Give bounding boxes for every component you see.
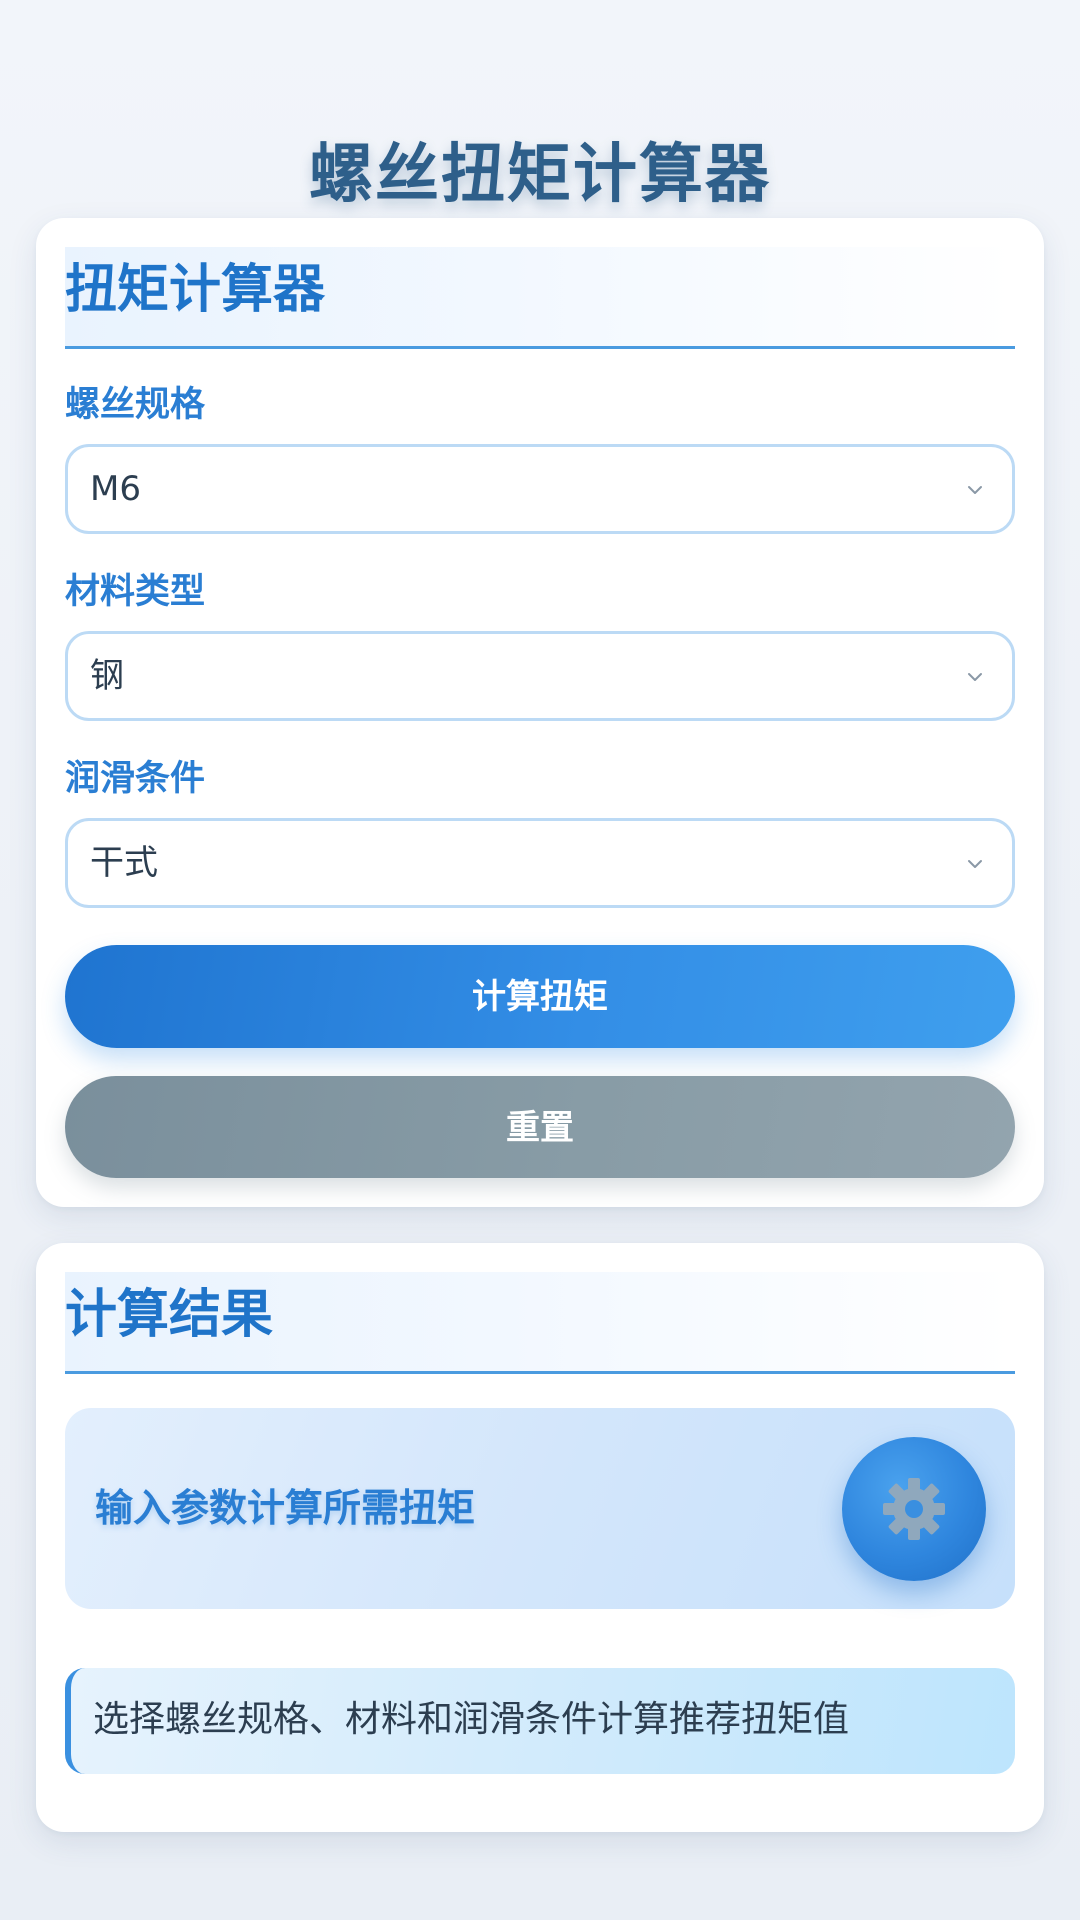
result-card: 计算结果 输入参数计算所需扭矩 选择螺丝规格、材料和润滑条件计算推荐扭矩值 <box>36 1243 1044 1832</box>
result-card-title: 计算结果 <box>65 1285 274 1345</box>
calculator-card-header: 扭矩计算器 <box>65 247 1015 349</box>
lubrication-value: 干式 <box>90 843 158 883</box>
screw-spec-value: M6 <box>90 469 141 509</box>
gear-badge <box>842 1437 986 1581</box>
material-type-label: 材料类型 <box>65 572 206 612</box>
reset-button[interactable]: 重置 <box>65 1076 1015 1178</box>
result-hint-text: 输入参数计算所需扭矩 <box>95 1486 476 1530</box>
info-message-text: 选择螺丝规格、材料和润滑条件计算推荐扭矩值 <box>93 1699 850 1740</box>
page-title: 螺丝扭矩计算器 <box>309 137 771 212</box>
chevron-down-icon <box>968 486 982 494</box>
calculator-card-title: 扭矩计算器 <box>65 260 326 320</box>
screw-spec-select[interactable]: M6 <box>65 444 1015 534</box>
chevron-down-icon <box>968 673 982 681</box>
lubrication-select[interactable]: 干式 <box>65 818 1015 908</box>
result-placeholder: 输入参数计算所需扭矩 <box>65 1408 1015 1609</box>
material-type-select[interactable]: 钢 <box>65 631 1015 721</box>
info-message: 选择螺丝规格、材料和润滑条件计算推荐扭矩值 <box>65 1668 1015 1774</box>
torque-calculator-card: 扭矩计算器 螺丝规格 M6 材料类型 钢 润滑条件 干式 计算扭矩 重置 <box>36 218 1044 1207</box>
calculate-torque-button[interactable]: 计算扭矩 <box>65 945 1015 1048</box>
lubrication-label: 润滑条件 <box>65 759 206 799</box>
material-type-value: 钢 <box>90 656 124 696</box>
chevron-down-icon <box>968 860 982 868</box>
gear-icon <box>883 1478 945 1540</box>
result-card-header: 计算结果 <box>65 1272 1015 1374</box>
screw-spec-label: 螺丝规格 <box>65 385 206 425</box>
